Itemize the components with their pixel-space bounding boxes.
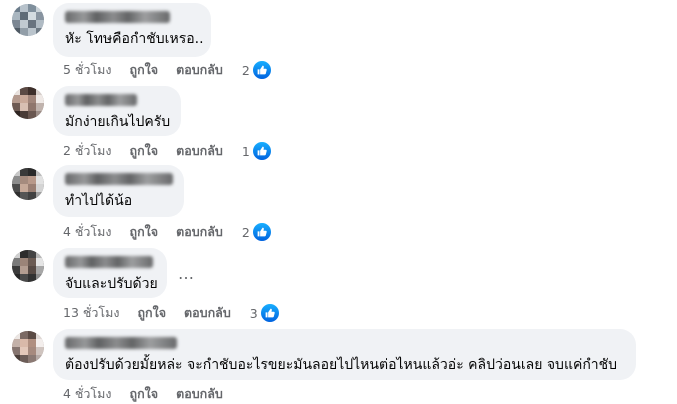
comment-time[interactable]: 2 ชั่วโมง — [63, 141, 112, 161]
comment-text: มักง่ายเกินไปครับ — [65, 114, 171, 130]
like-link[interactable]: ถูกใจ — [130, 60, 159, 80]
reaction-count: 2 — [241, 224, 250, 240]
like-reaction-icon — [251, 60, 272, 80]
reaction-summary[interactable]: 3 — [250, 303, 280, 323]
avatar[interactable] — [12, 87, 44, 119]
commenter-name-redacted[interactable] — [65, 173, 173, 185]
comment-actions: 13 ชั่วโมง ถูกใจ ตอบกลับ 3 — [63, 303, 280, 323]
like-reaction-icon — [251, 222, 272, 242]
avatar[interactable] — [12, 168, 44, 200]
reaction-count: 1 — [241, 143, 250, 159]
reply-link[interactable]: ตอบกลับ — [176, 60, 223, 80]
reply-link[interactable]: ตอบกลับ — [184, 303, 231, 323]
like-reaction-icon — [251, 141, 272, 161]
reply-link[interactable]: ตอบกลับ — [176, 141, 223, 161]
more-options-button[interactable]: … — [178, 264, 195, 283]
reaction-summary[interactable]: 2 — [242, 60, 272, 80]
commenter-name-redacted[interactable] — [65, 337, 177, 349]
comment-text: ทำไปได้น้อ — [65, 193, 133, 209]
comment-text: จับและปรับด้วย — [65, 276, 158, 292]
comment-time[interactable]: 4 ชั่วโมง — [63, 222, 112, 242]
comment-time[interactable]: 13 ชั่วโมง — [63, 303, 119, 323]
comment-text: หัะ โทษคือกำชับเหรอ.. — [65, 31, 204, 47]
comment-actions: 4 ชั่วโมง ถูกใจ ตอบกลับ — [63, 384, 223, 404]
comment-bubble: ทำไปได้น้อ — [53, 165, 184, 217]
comment-text: ต้องปรับด้วยมั้ยหล่ะ จะกำชับอะไรขยะมันลอ… — [65, 357, 618, 373]
avatar[interactable] — [12, 331, 44, 363]
reaction-count: 3 — [249, 305, 258, 321]
like-link[interactable]: ถูกใจ — [130, 384, 159, 404]
reaction-count: 2 — [241, 62, 250, 78]
reply-link[interactable]: ตอบกลับ — [176, 222, 223, 242]
like-link[interactable]: ถูกใจ — [130, 141, 159, 161]
comment-actions: 4 ชั่วโมง ถูกใจ ตอบกลับ 2 — [63, 222, 272, 242]
commenter-name-redacted[interactable] — [65, 11, 170, 23]
reaction-summary[interactable]: 2 — [242, 222, 272, 242]
comment-time[interactable]: 5 ชั่วโมง — [63, 60, 112, 80]
comment-actions: 5 ชั่วโมง ถูกใจ ตอบกลับ 2 — [63, 60, 272, 80]
comment-time[interactable]: 4 ชั่วโมง — [63, 384, 112, 404]
comment-bubble: ต้องปรับด้วยมั้ยหล่ะ จะกำชับอะไรขยะมันลอ… — [53, 329, 636, 380]
reaction-summary[interactable]: 1 — [242, 141, 272, 161]
reply-link[interactable]: ตอบกลับ — [176, 384, 223, 404]
like-reaction-icon — [259, 303, 280, 323]
comment-bubble: จับและปรับด้วย — [53, 248, 167, 298]
like-link[interactable]: ถูกใจ — [137, 303, 166, 323]
commenter-name-redacted[interactable] — [65, 256, 153, 268]
commenter-name-redacted[interactable] — [65, 94, 137, 106]
like-link[interactable]: ถูกใจ — [130, 222, 159, 242]
comment-bubble: หัะ โทษคือกำชับเหรอ.. — [53, 3, 211, 57]
comment-bubble: มักง่ายเกินไปครับ — [53, 86, 181, 136]
comment-actions: 2 ชั่วโมง ถูกใจ ตอบกลับ 1 — [63, 141, 272, 161]
avatar[interactable] — [12, 250, 44, 282]
avatar[interactable] — [12, 4, 44, 36]
